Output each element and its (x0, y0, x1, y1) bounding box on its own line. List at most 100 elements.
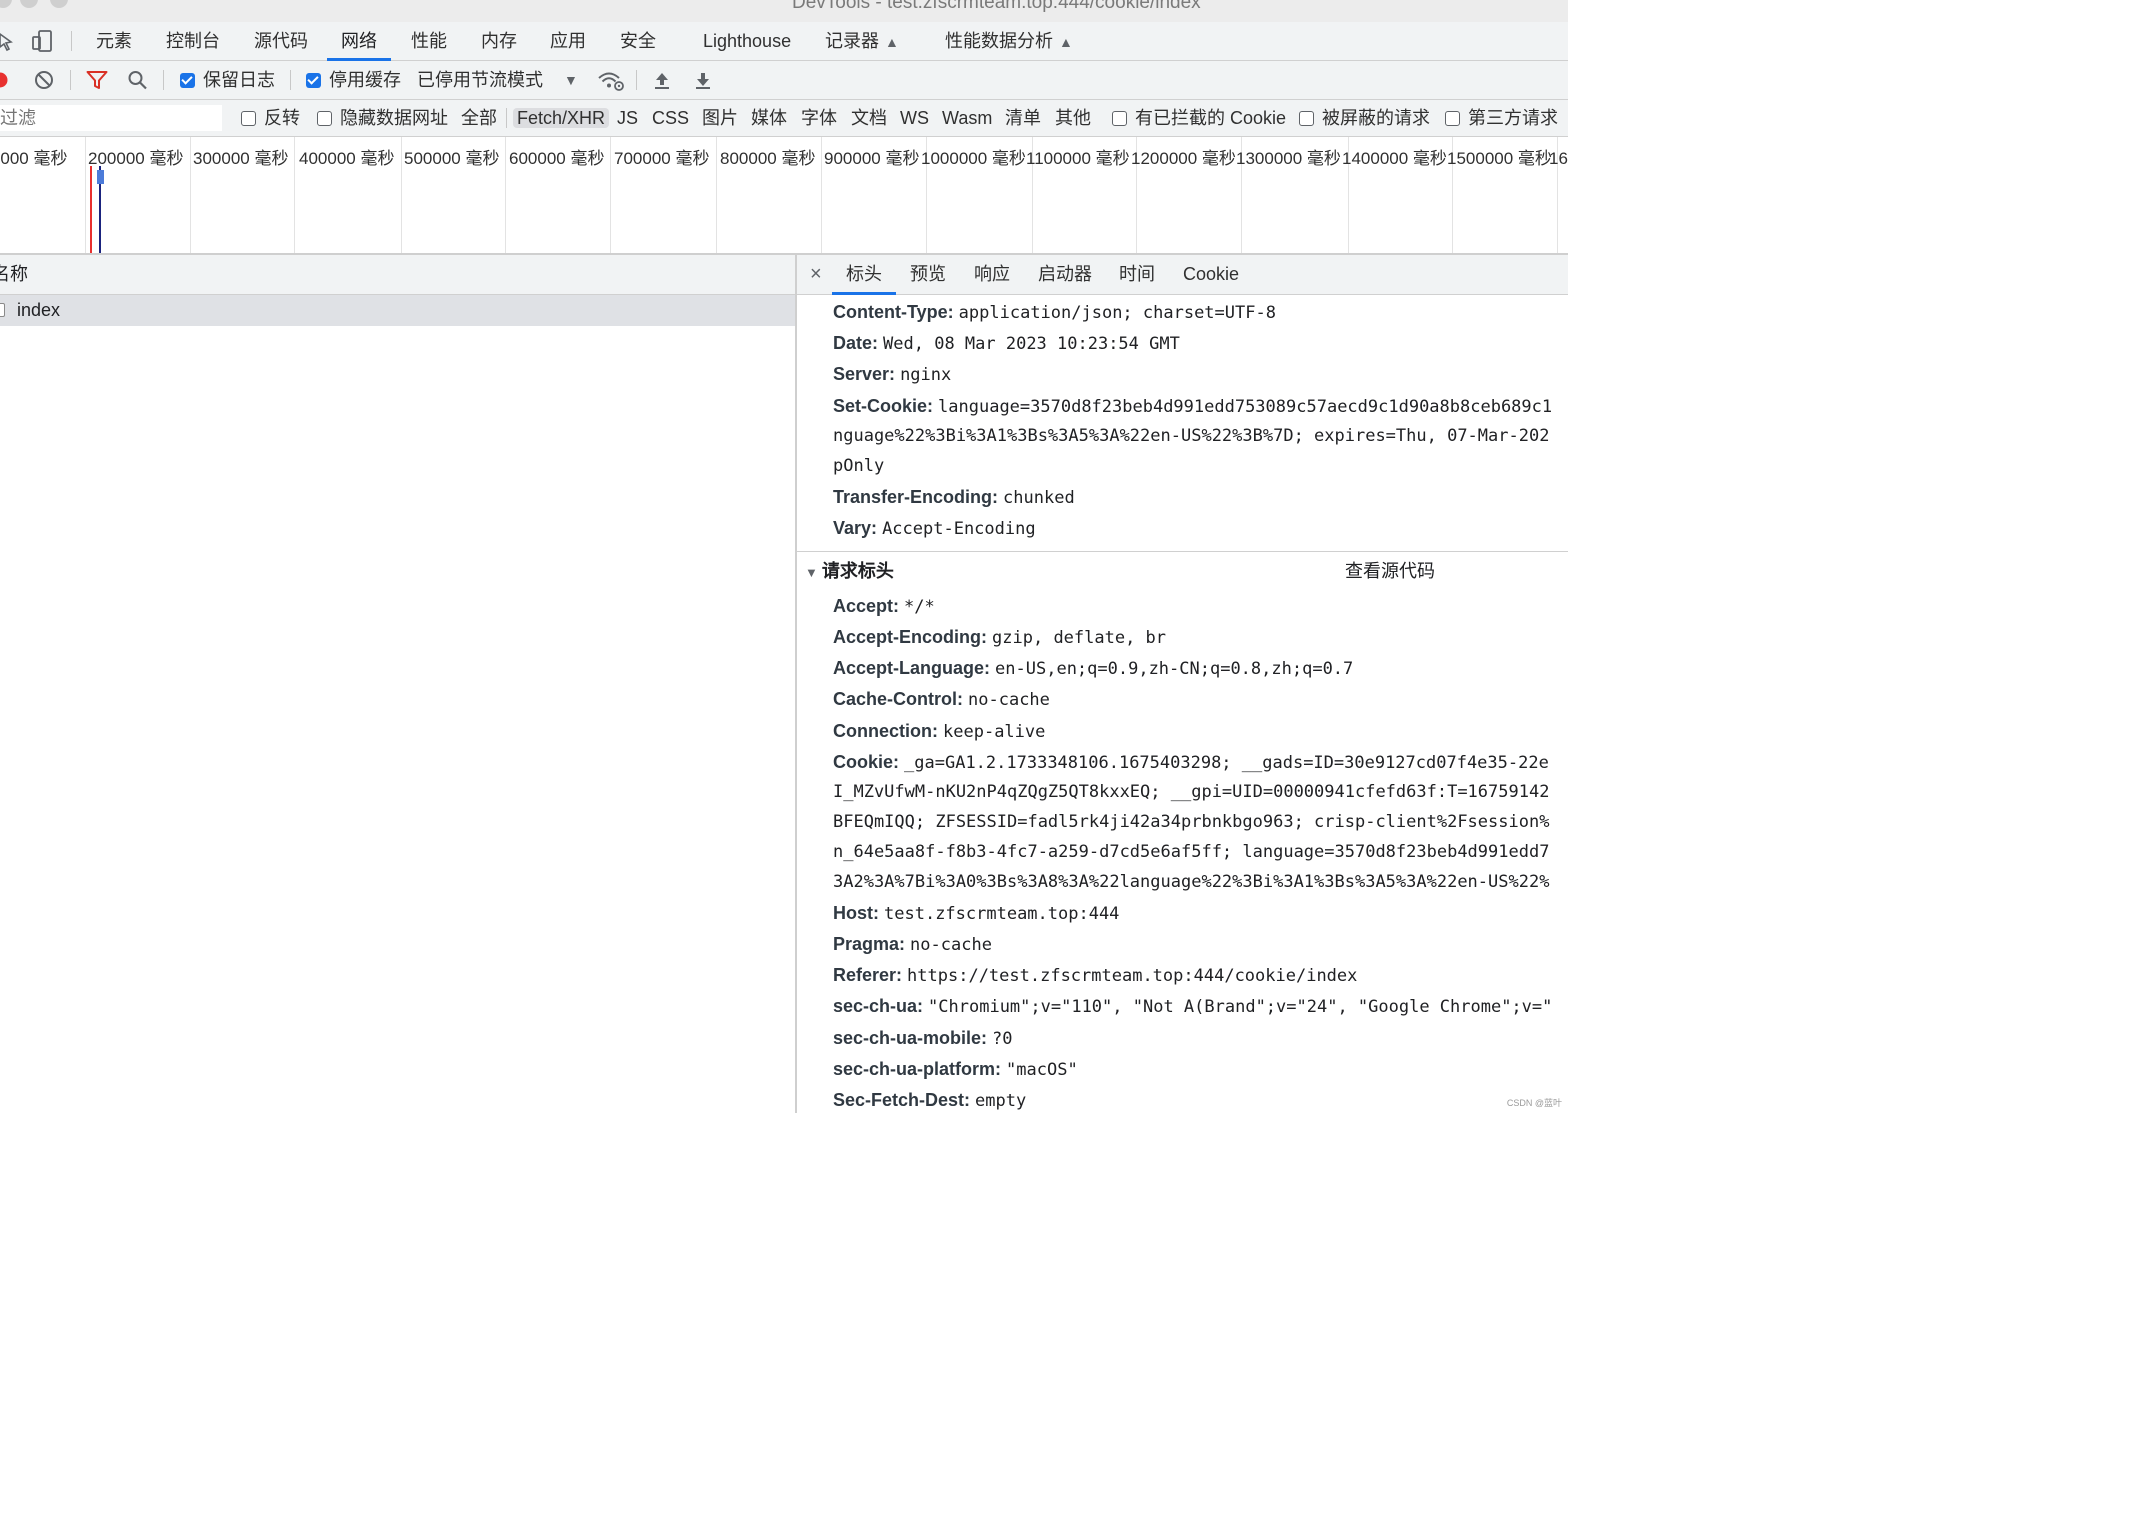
tab-application[interactable]: 应用 (550, 22, 586, 60)
header-name: Content-Type: (833, 302, 954, 322)
header-row: Date: Wed, 08 Mar 2023 10:23:54 GMT (833, 328, 1180, 359)
inspect-element-icon[interactable] (0, 32, 14, 52)
filter-type-css[interactable]: CSS (652, 100, 689, 136)
tab-network[interactable]: 网络 (327, 22, 391, 61)
timeline-tick-label: 800000 毫秒 (720, 149, 816, 168)
clear-icon[interactable] (34, 70, 54, 90)
tab-response[interactable]: 响应 (974, 255, 1010, 294)
minimize-window-button[interactable] (20, 0, 38, 8)
header-row: Connection: keep-alive (833, 716, 1045, 747)
checkbox-unchecked-icon (317, 111, 332, 126)
checkbox-checked-icon (180, 73, 195, 88)
filter-type-ws[interactable]: WS (900, 100, 929, 136)
export-har-icon[interactable] (693, 70, 713, 90)
header-value: application/json; charset=UTF-8 (958, 303, 1276, 323)
close-icon[interactable]: × (810, 255, 822, 294)
tab-recorder[interactable]: 记录器 ▲ (825, 22, 899, 60)
header-value: empty (975, 1091, 1027, 1111)
search-icon[interactable] (127, 70, 149, 90)
filter-type-js[interactable]: JS (617, 100, 638, 136)
blocked-cookies-label: 有已拦截的 Cookie (1135, 108, 1287, 128)
header-name: Host: (833, 903, 879, 923)
timeline-tick-label: 700000 毫秒 (614, 149, 710, 168)
request-headers-section-toggle[interactable]: ▼ 请求标头 (805, 556, 894, 587)
header-row: Pragma: no-cache (833, 929, 992, 960)
zoom-window-button[interactable] (50, 0, 68, 8)
header-row: Sec-Fetch-Dest: empty (833, 1085, 1026, 1113)
tab-initiator[interactable]: 启动器 (1038, 255, 1092, 294)
timeline-overview[interactable]: 100000 毫秒 200000 毫秒 300000 毫秒 400000 毫秒 … (0, 137, 1568, 255)
import-har-icon[interactable] (652, 70, 672, 90)
header-name: Cookie: (833, 752, 900, 772)
header-value-continued: BFEQmIQQ; ZFSESSID=fadl5rk4ji42a34prbnkb… (833, 812, 1550, 832)
header-value: test.zfscrmteam.top:444 (884, 904, 1120, 924)
tab-console[interactable]: 控制台 (166, 22, 220, 60)
tab-recorder-label: 记录器 (825, 31, 879, 51)
tab-preview[interactable]: 预览 (910, 255, 946, 294)
header-row: Accept: */* (833, 591, 935, 622)
tab-cookies[interactable]: Cookie (1183, 255, 1239, 294)
filter-type-media[interactable]: 媒体 (751, 100, 787, 136)
header-name: Transfer-Encoding: (833, 487, 999, 507)
filter-bar: 反转 隐藏数据网址 全部 Fetch/XHR JS CSS 图片 媒体 字体 文… (0, 100, 1568, 137)
tab-elements[interactable]: 元素 (96, 22, 132, 60)
filter-type-other[interactable]: 其他 (1055, 100, 1091, 136)
header-value: "Chromium";v="110", "Not A(Brand";v="24"… (928, 997, 1553, 1017)
view-source-link[interactable]: 查看源代码 (1345, 556, 1435, 587)
header-value: en-US,en;q=0.9,zh-CN;q=0.8,zh;q=0.7 (995, 659, 1354, 679)
filter-input[interactable] (0, 105, 222, 131)
timeline-gridline (190, 137, 191, 253)
tab-headers[interactable]: 标头 (832, 255, 896, 295)
timeline-tick-label: 100000 毫秒 (0, 149, 68, 168)
filter-type-all[interactable]: 全部 (461, 100, 497, 136)
toolbar-divider (71, 31, 72, 51)
header-value-continued: nguage%22%3Bi%3A1%3Bs%3A5%3A%22en-US%22%… (833, 426, 1550, 446)
header-name: Connection: (833, 721, 938, 741)
header-value: Wed, 08 Mar 2023 10:23:54 GMT (883, 334, 1180, 354)
blocked-requests-checkbox[interactable]: 被屏蔽的请求 (1299, 100, 1430, 136)
tab-performance[interactable]: 性能 (411, 22, 447, 60)
table-row[interactable]: index (0, 295, 795, 326)
checkbox-unchecked-icon (1445, 111, 1460, 126)
header-row: Cookie: _ga=GA1.2.1733348106.1675403298;… (833, 747, 1549, 778)
filter-type-wasm[interactable]: Wasm (942, 100, 992, 136)
tab-performance-insights[interactable]: 性能数据分析 ▲ (945, 22, 1073, 60)
tab-sources[interactable]: 源代码 (254, 22, 308, 60)
filter-type-manifest[interactable]: 清单 (1005, 100, 1041, 136)
requests-table-header: 名称 (0, 255, 795, 295)
throttling-select[interactable]: 已停用节流模式 (417, 61, 543, 99)
experiment-flask-icon: ▲ (1059, 34, 1073, 50)
tab-timing[interactable]: 时间 (1119, 255, 1155, 294)
timeline-tick-label: 1500000 毫秒 (1447, 149, 1552, 168)
close-window-button[interactable] (0, 0, 12, 8)
preserve-log-checkbox[interactable]: 保留日志 (180, 61, 275, 99)
header-name: Accept-Encoding: (833, 627, 988, 647)
header-value-continued: n_64e5aa8f-f8b3-4fc7-a259-d7cd5e6af5ff; … (833, 842, 1550, 862)
third-party-checkbox[interactable]: 第三方请求 (1445, 100, 1558, 136)
timeline-tick-label: 500000 毫秒 (404, 149, 500, 168)
filter-type-font[interactable]: 字体 (801, 100, 837, 136)
triangle-down-icon: ▼ (805, 565, 818, 580)
experiment-flask-icon: ▲ (885, 34, 899, 50)
chevron-down-icon[interactable]: ▼ (564, 61, 578, 99)
filter-icon[interactable] (86, 70, 108, 90)
tab-memory[interactable]: 内存 (481, 22, 517, 60)
device-toolbar-icon[interactable] (30, 30, 54, 52)
blocked-cookies-checkbox[interactable]: 有已拦截的 Cookie (1112, 100, 1286, 136)
invert-checkbox[interactable]: 反转 (241, 100, 300, 136)
header-row: Referer: https://test.zfscrmteam.top:444… (833, 960, 1357, 991)
filter-type-doc[interactable]: 文档 (851, 100, 887, 136)
disable-cache-checkbox[interactable]: 停用缓存 (306, 61, 401, 99)
network-conditions-icon[interactable] (597, 70, 625, 92)
filter-type-fetch-xhr[interactable]: Fetch/XHR (513, 106, 610, 130)
header-name: Referer: (833, 965, 903, 985)
column-header-name[interactable]: 名称 (0, 255, 28, 294)
tab-security[interactable]: 安全 (620, 22, 656, 60)
record-icon[interactable] (0, 71, 12, 89)
hide-data-urls-checkbox[interactable]: 隐藏数据网址 (317, 100, 448, 136)
tab-lighthouse[interactable]: Lighthouse (703, 22, 791, 60)
header-name: Set-Cookie: (833, 396, 934, 416)
filter-type-img[interactable]: 图片 (702, 100, 738, 136)
header-name: Cache-Control: (833, 689, 963, 709)
checkbox-unchecked-icon (1112, 111, 1127, 126)
